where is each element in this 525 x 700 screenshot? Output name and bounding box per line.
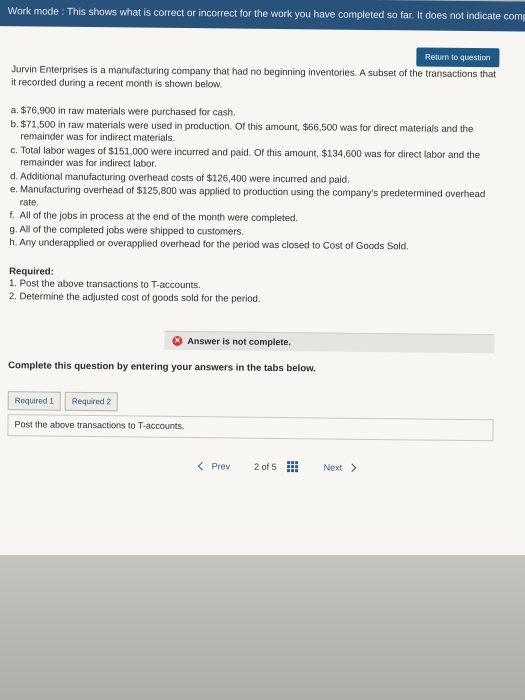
return-wrap: Return to question — [415, 46, 500, 68]
transaction-letter: e. — [9, 184, 19, 196]
required-tabs: Required 1 Required 2 — [7, 390, 494, 415]
prev-label: Prev — [211, 460, 231, 471]
work-mode-banner: Work mode : This shows what is correct o… — [0, 0, 525, 32]
chevron-left-icon — [197, 461, 207, 470]
transaction-item: e. Manufacturing overhead of $125,800 was… — [10, 184, 496, 214]
next-button[interactable]: Next — [324, 461, 359, 474]
question-intro: Jurvin Enterprises is a manufacturing co… — [11, 64, 497, 90]
transaction-item: b. $71,500 in raw materials were used in … — [10, 119, 496, 149]
transaction-text: $71,500 in raw materials were used in pr… — [20, 118, 474, 144]
page-current: 2 — [254, 461, 260, 472]
transaction-letter: b. — [10, 118, 19, 130]
page-of: of — [261, 461, 270, 472]
tab-required-1[interactable]: Required 1 — [7, 390, 62, 411]
post-instruction: Post the above transactions to T-account… — [14, 419, 185, 432]
transaction-letter: f. — [9, 210, 16, 222]
page-total: 5 — [271, 461, 277, 472]
complete-instruction: Complete this question by entering your … — [8, 360, 316, 375]
device-bezel — [0, 555, 525, 700]
grid-menu-icon[interactable] — [286, 461, 298, 473]
return-to-question-button[interactable]: Return to question — [415, 47, 500, 68]
question-page: Work mode : This shows what is correct o… — [0, 0, 525, 562]
tab-content-panel: Post the above transactions to T-account… — [7, 413, 494, 441]
answer-status-bar: ✕ Answer is not complete. — [164, 330, 495, 354]
photo-stage: Work mode : This shows what is correct o… — [0, 0, 525, 700]
transaction-letter: h. — [9, 237, 18, 249]
page-indicator: 2 of 5 — [254, 460, 277, 473]
prev-button[interactable]: Prev — [195, 460, 230, 473]
error-x-icon: ✕ — [172, 335, 183, 346]
chevron-right-icon — [347, 463, 356, 472]
transaction-letter: c. — [10, 144, 18, 156]
transaction-text: Total labor wages of $151,000 were incur… — [20, 144, 481, 170]
transaction-text: Manufacturing overhead of $125,800 was a… — [19, 184, 486, 208]
work-mode-text: Work mode : This shows what is correct o… — [7, 6, 525, 23]
required-section: Required: 1. Post the above transactions… — [9, 266, 495, 309]
transaction-letter: g. — [9, 223, 18, 235]
question-content: Jurvin Enterprises is a manufacturing co… — [7, 64, 497, 475]
transaction-item: c. Total labor wages of $151,000 were inc… — [10, 145, 496, 175]
transaction-letter: a. — [10, 105, 19, 117]
pagination: Prev 2 of 5 Next — [195, 460, 493, 476]
transaction-list: a. $76,900 in raw materials were purchase… — [9, 105, 496, 255]
answer-status-text: Answer is not complete. — [187, 335, 291, 347]
transaction-letter: d. — [10, 170, 19, 182]
next-label: Next — [323, 461, 343, 473]
tab-required-2[interactable]: Required 2 — [64, 391, 119, 411]
